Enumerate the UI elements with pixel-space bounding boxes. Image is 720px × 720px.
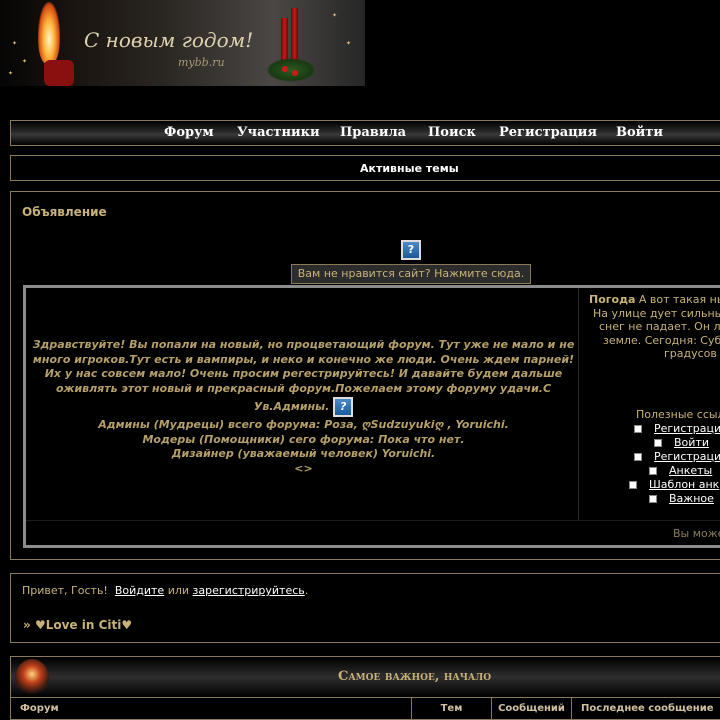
link-login[interactable]: Войти: [654, 436, 709, 449]
column-forum: Форум: [11, 698, 412, 720]
welcome-cell: Здравствуйте! Вы попали на новый, но про…: [26, 288, 579, 520]
column-posts: Сообщений: [492, 698, 572, 720]
announcement-footer: Вы може: [26, 520, 720, 544]
main-nav: Форум Участники Правила Поиск Регистраци…: [10, 120, 720, 146]
nav-members[interactable]: Участники: [237, 125, 320, 140]
bullet-icon: [649, 467, 657, 475]
category-title[interactable]: Самое важное, начало: [338, 669, 491, 684]
column-topics: Тем: [412, 698, 492, 720]
useful-links-title: Полезные ссыл: [636, 408, 720, 421]
banner-greeting: С новым годом!: [84, 28, 254, 52]
header-banner: ✦ ✦ ✦ ✦ ✦ С новым годом! mybb.ru: [0, 0, 365, 86]
nav-login[interactable]: Войти: [616, 125, 663, 140]
category-header: Самое важное, начало: [11, 657, 720, 697]
feedback-tooltip: Вам не нравится сайт? Нажмите сюда.: [291, 264, 531, 284]
link-profile-template[interactable]: Шаблон анк: [629, 478, 719, 491]
sparkle-icon: ✦: [332, 12, 338, 19]
sparkle-icon: ✦: [8, 70, 14, 77]
link-registration[interactable]: Регистраци: [634, 422, 720, 435]
login-link[interactable]: Войдите: [115, 584, 164, 597]
active-topics-bar[interactable]: Активные темы: [10, 155, 720, 181]
guest-panel: Привет, Гость! Войдите или зарегистрируй…: [10, 573, 720, 643]
weather-block: Погода А вот такая ны На улице дует силь…: [589, 293, 720, 360]
announcement-content: Здравствуйте! Вы попали на новый, но про…: [23, 285, 720, 548]
link-profiles[interactable]: Анкеты: [649, 464, 712, 477]
sparkle-icon: ✦: [346, 40, 352, 47]
category-block: Самое важное, начало Форум Тем Сообщений…: [10, 656, 720, 720]
candle-icon: [15, 659, 49, 697]
welcome-text: Здравствуйте! Вы попали на новый, но про…: [32, 338, 575, 475]
bullet-icon: [634, 453, 642, 461]
nav-register[interactable]: Регистрация: [499, 125, 597, 140]
sparkle-icon: ✦: [22, 58, 28, 65]
link-important[interactable]: Важное: [649, 492, 714, 505]
berry-icon: [282, 66, 288, 72]
help-icon[interactable]: ?: [401, 240, 421, 260]
wreath-icon: [266, 58, 316, 82]
candle-flame-icon: [38, 2, 60, 64]
breadcrumb[interactable]: » ♥Love in Citi♥: [23, 618, 132, 632]
column-last-post: Последнее сообщение: [581, 703, 714, 714]
guest-greeting: Привет, Гость! Войдите или зарегистрируй…: [22, 584, 309, 597]
active-topics-link[interactable]: Активные темы: [360, 162, 459, 175]
help-icon[interactable]: ?: [333, 397, 354, 417]
candle-icon: [44, 60, 74, 86]
berry-icon: [292, 70, 298, 76]
sidebar-cell: Погода А вот такая ны На улице дует силь…: [583, 288, 720, 520]
register-link[interactable]: зарегистрируйтесь: [193, 584, 305, 597]
nav-search[interactable]: Поиск: [428, 125, 476, 140]
announcement-panel: Объявление ? Вам не нравится сайт? Нажми…: [10, 191, 720, 560]
bullet-icon: [634, 425, 642, 433]
link-registration-2[interactable]: Регистраци: [634, 450, 720, 463]
nav-rules[interactable]: Правила: [340, 125, 406, 140]
announcement-title: Объявление: [22, 205, 107, 219]
bullet-icon: [629, 481, 637, 489]
bullet-icon: [649, 495, 657, 503]
category-columns: Форум Тем Сообщений Последнее сообщение: [11, 697, 720, 720]
banner-subtitle: mybb.ru: [178, 56, 225, 69]
sparkle-icon: ✦: [12, 40, 18, 47]
bullet-icon: [654, 439, 662, 447]
forum-name[interactable]: ♥Love in Citi♥: [35, 618, 132, 632]
nav-forum[interactable]: Форум: [164, 125, 214, 140]
